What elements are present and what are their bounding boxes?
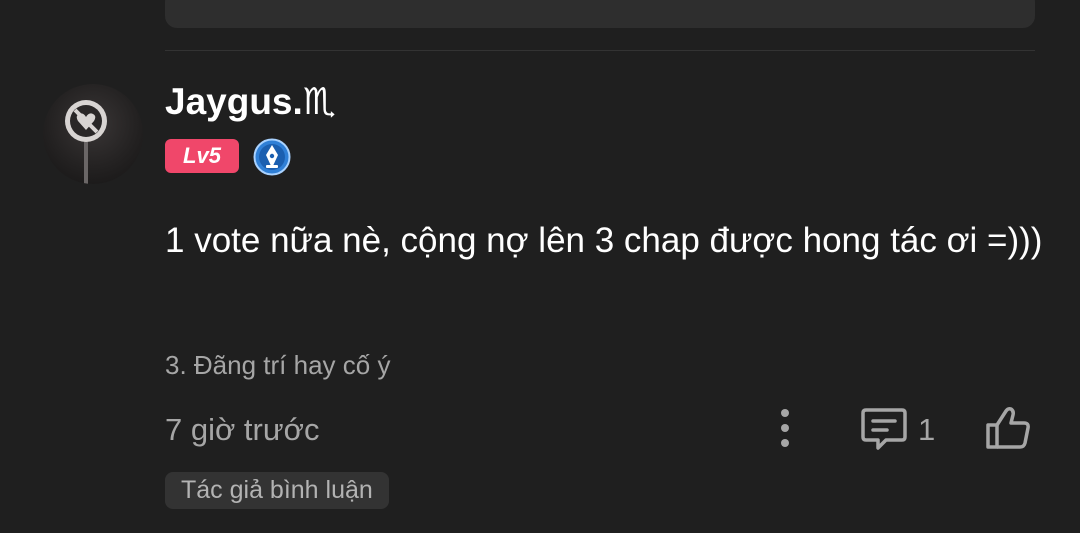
timestamp: 7 giờ trước	[165, 412, 320, 447]
comment-text: 1 vote nữa nè, cộng nợ lên 3 chap được h…	[165, 221, 1043, 260]
medal-icon	[253, 138, 291, 176]
thumbs-up-icon[interactable]	[984, 405, 1032, 451]
comment-icon	[861, 408, 907, 450]
previous-comment-card	[165, 0, 1035, 28]
username[interactable]: Jaygus.♏	[165, 80, 336, 124]
more-options-icon[interactable]	[773, 407, 797, 449]
reply-count: 1	[918, 412, 936, 447]
reply-button[interactable]: 1	[860, 404, 940, 454]
author-comment-tag: Tác giả bình luận	[165, 472, 389, 509]
chapter-reference[interactable]: 3. Đãng trí hay cố ý	[165, 348, 390, 382]
level-badge: Lv5	[165, 139, 239, 173]
avatar-image	[65, 100, 107, 184]
divider	[165, 50, 1035, 51]
avatar[interactable]	[43, 84, 143, 184]
